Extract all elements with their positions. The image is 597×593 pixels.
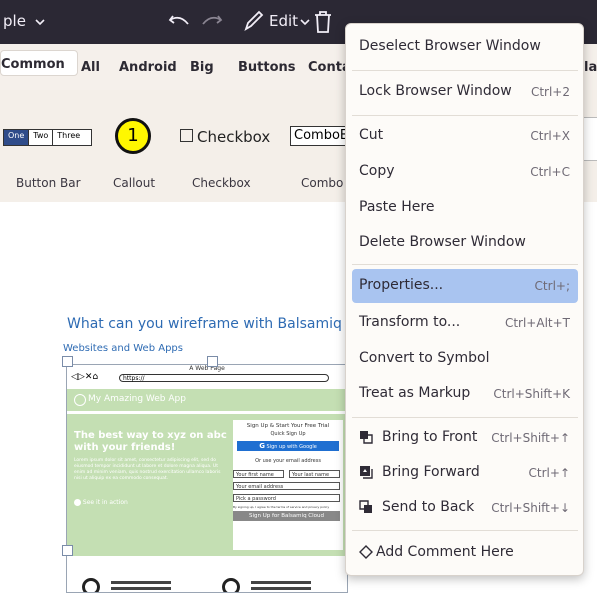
checkbox-square xyxy=(180,129,193,142)
chevron-down-icon[interactable] xyxy=(35,18,45,26)
app-header: My Amazing Web App xyxy=(67,389,347,411)
component-label: Button Bar xyxy=(16,176,81,190)
menu-item-copy[interactable]: Copy Ctrl+C xyxy=(352,155,578,189)
resize-handle[interactable] xyxy=(207,356,218,367)
menu-separator xyxy=(352,530,578,531)
hero-section: The best way to xyz on abc with your fri… xyxy=(67,414,347,556)
tab-big[interactable]: Big xyxy=(190,60,214,75)
browser-window-mock[interactable]: A Web Page ◁▷✕⌂ https:// My Amazing Web … xyxy=(66,364,348,593)
menu-separator xyxy=(352,115,578,116)
checkbox-component[interactable]: Checkbox xyxy=(180,128,270,146)
url-field: https:// xyxy=(119,374,329,382)
google-button-text: Sign up with Google xyxy=(266,444,317,450)
callout-component[interactable]: 1 xyxy=(115,118,151,154)
last-name-field: Your last name xyxy=(289,470,340,478)
feature-text-placeholder xyxy=(251,587,311,590)
button-bar-component[interactable]: One Two Three xyxy=(3,129,92,146)
tab-buttons[interactable]: Buttons xyxy=(238,60,296,75)
google-g-icon: G xyxy=(259,442,265,450)
component-label: Callout xyxy=(113,176,156,190)
bring-forward-icon xyxy=(360,466,373,479)
feature-text-placeholder xyxy=(111,581,171,584)
tab-common[interactable]: Common xyxy=(0,50,78,76)
menu-separator xyxy=(352,417,578,418)
combo-box-text: ComboB xyxy=(294,128,349,143)
terms-text: By signing up, I agree to the terms of s… xyxy=(233,505,330,509)
signup-title: Sign Up & Start Your Free Trial xyxy=(246,423,330,429)
menu-item-treat-markup[interactable]: Treat as Markup Ctrl+Shift+K xyxy=(352,377,578,411)
combo-box-component[interactable]: ComboB xyxy=(290,126,350,146)
button-bar-segment: Two xyxy=(28,130,52,145)
undo-icon[interactable] xyxy=(168,11,190,31)
google-signup-button: G Sign up with Google xyxy=(237,441,339,451)
context-menu: Deselect Browser Window Lock Browser Win… xyxy=(345,23,584,576)
or-email-text: Or use your email address xyxy=(255,458,321,464)
menu-item-deselect[interactable]: Deselect Browser Window xyxy=(352,30,578,64)
password-field: Pick a password xyxy=(233,494,340,502)
edit-menu[interactable]: Edit xyxy=(269,12,298,30)
redo-icon[interactable] xyxy=(201,11,223,31)
component-thumbnail[interactable] xyxy=(583,117,597,161)
feature-icon xyxy=(82,578,100,592)
feature-icon xyxy=(222,578,240,592)
menu-separator xyxy=(352,264,578,265)
callout-number: 1 xyxy=(127,125,139,146)
checkbox-text: Checkbox xyxy=(197,128,271,146)
menu-item-convert-symbol[interactable]: Convert to Symbol xyxy=(352,342,578,376)
hero-title: The best way to xyz on abc with your fri… xyxy=(74,430,227,453)
play-icon xyxy=(74,499,81,506)
menu-item-transform[interactable]: Transform to... Ctrl+Alt+T xyxy=(352,306,578,340)
app-name: My Amazing Web App xyxy=(88,394,186,404)
feature-text-placeholder xyxy=(251,581,311,584)
signup-panel: Sign Up & Start Your Free Trial Quick Si… xyxy=(233,420,343,550)
app-logo-icon xyxy=(74,394,86,406)
menu-item-paste[interactable]: Paste Here xyxy=(352,191,578,225)
menu-item-bring-forward[interactable]: Bring Forward Ctrl+↑ xyxy=(352,456,578,490)
canvas-heading: What can you wireframe with Balsamiq xyxy=(67,316,342,332)
canvas-subheading: Websites and Web Apps xyxy=(63,343,183,354)
pencil-icon[interactable] xyxy=(242,9,264,33)
nav-buttons-icon: ◁▷✕⌂ xyxy=(71,372,99,382)
menu-item-cut[interactable]: Cut Ctrl+X xyxy=(352,119,578,153)
comment-icon xyxy=(359,545,373,559)
chevron-down-icon[interactable] xyxy=(300,18,310,26)
hero-link-text: See it in action xyxy=(82,499,128,506)
quick-signup: Quick Sign Up xyxy=(270,431,306,437)
url-text: https:// xyxy=(123,375,145,382)
button-bar-segment: Three xyxy=(52,130,84,145)
menu-separator xyxy=(352,70,578,71)
email-field: Your email address xyxy=(233,482,340,490)
menu-item-lock[interactable]: Lock Browser Window Ctrl+2 xyxy=(352,75,578,109)
menu-item-delete[interactable]: Delete Browser Window xyxy=(352,226,578,260)
project-name[interactable]: ple xyxy=(3,12,26,30)
component-label: Checkbox xyxy=(192,176,251,190)
browser-nav-bar: ◁▷✕⌂ https:// xyxy=(71,372,345,385)
trash-icon[interactable] xyxy=(312,9,334,35)
menu-item-properties[interactable]: Properties... Ctrl+; xyxy=(352,269,578,303)
hero-body: Lorem ipsum dolor sit amet, consectetur … xyxy=(74,458,221,481)
tab-all[interactable]: All xyxy=(81,60,100,75)
menu-item-send-back[interactable]: Send to Back Ctrl+Shift+↓ xyxy=(352,491,578,525)
first-name-field: Your first name xyxy=(233,470,284,478)
tab-android[interactable]: Android xyxy=(119,60,177,75)
send-to-back-icon xyxy=(359,500,372,513)
resize-handle[interactable] xyxy=(62,356,73,367)
bring-to-front-icon xyxy=(360,431,373,444)
tab-partial[interactable]: lar xyxy=(584,60,597,75)
resize-handle[interactable] xyxy=(62,545,73,556)
button-bar-segment: One xyxy=(4,130,29,145)
menu-item-add-comment[interactable]: Add Comment Here xyxy=(352,536,578,570)
signup-submit-button: Sign Up for Balsamiq Cloud xyxy=(233,511,340,521)
feature-text-placeholder xyxy=(111,587,171,590)
menu-item-bring-front[interactable]: Bring to Front Ctrl+Shift+↑ xyxy=(352,421,578,455)
component-label: Combo xyxy=(301,176,344,190)
hero-link: See it in action xyxy=(74,499,128,506)
